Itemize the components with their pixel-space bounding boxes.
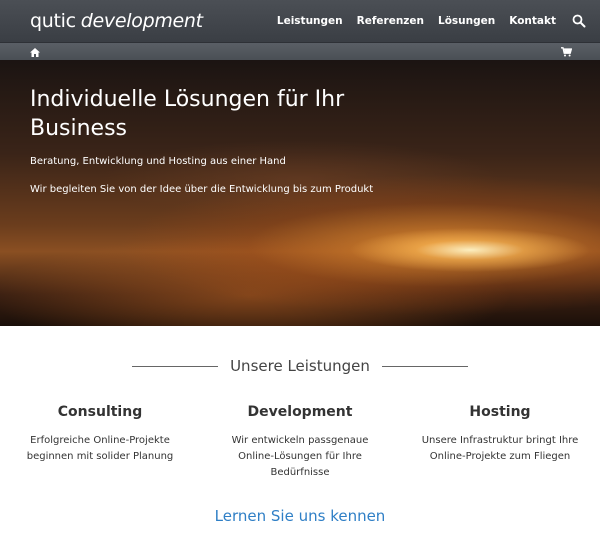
service-hosting: Hosting Unsere Infrastruktur bringt Ihre… — [400, 404, 600, 481]
service-description: Erfolgreiche Online-Projekte beginnen mi… — [26, 435, 174, 462]
service-consulting: Consulting Erfolgreiche Online-Projekte … — [0, 404, 200, 481]
service-development: Development Wir entwickeln passgenaue On… — [200, 404, 400, 481]
service-title: Development — [247, 404, 353, 420]
hero-title: Individuelle Lösungen für Ihr Business — [30, 87, 345, 141]
brand-tagline: development — [80, 10, 203, 32]
divider-left — [132, 365, 219, 367]
hero-description: Wir begleiten Sie von der Idee über die … — [30, 184, 374, 195]
service-title: Consulting — [57, 404, 143, 420]
top-navbar: qutic development Leistungen Referenzen L… — [0, 0, 600, 42]
brand-logo[interactable]: qutic development — [30, 10, 203, 32]
nav-link-leistungen[interactable]: Leistungen — [277, 15, 343, 27]
nav-link-loesungen[interactable]: Lösungen — [438, 15, 495, 27]
brand-name: qutic — [30, 10, 76, 32]
service-description: Unsere Infrastruktur bringt Ihre Online-… — [421, 435, 579, 462]
home-icon[interactable] — [30, 42, 40, 61]
learn-more-link[interactable]: Lernen Sie uns kennen — [0, 507, 600, 525]
secondary-bar — [0, 42, 600, 60]
cart-icon[interactable] — [561, 42, 573, 61]
section-title: Unsere Leistungen — [230, 357, 370, 375]
divider-right — [381, 365, 468, 367]
hero-banner: Individuelle Lösungen für Ihr Business B… — [0, 60, 600, 326]
search-icon[interactable] — [572, 13, 588, 29]
nav-link-kontakt[interactable]: Kontakt — [509, 15, 556, 27]
services-header: Unsere Leistungen — [0, 356, 600, 376]
main-nav: Leistungen Referenzen Lösungen Kontakt — [277, 13, 588, 29]
services-list: Consulting Erfolgreiche Online-Projekte … — [0, 404, 600, 481]
nav-link-referenzen[interactable]: Referenzen — [357, 15, 424, 27]
hero-subtitle: Beratung, Entwicklung und Hosting aus ei… — [30, 156, 286, 167]
service-title: Hosting — [469, 404, 531, 420]
service-description: Wir entwickeln passgenaue Online-Lösunge… — [231, 435, 369, 478]
